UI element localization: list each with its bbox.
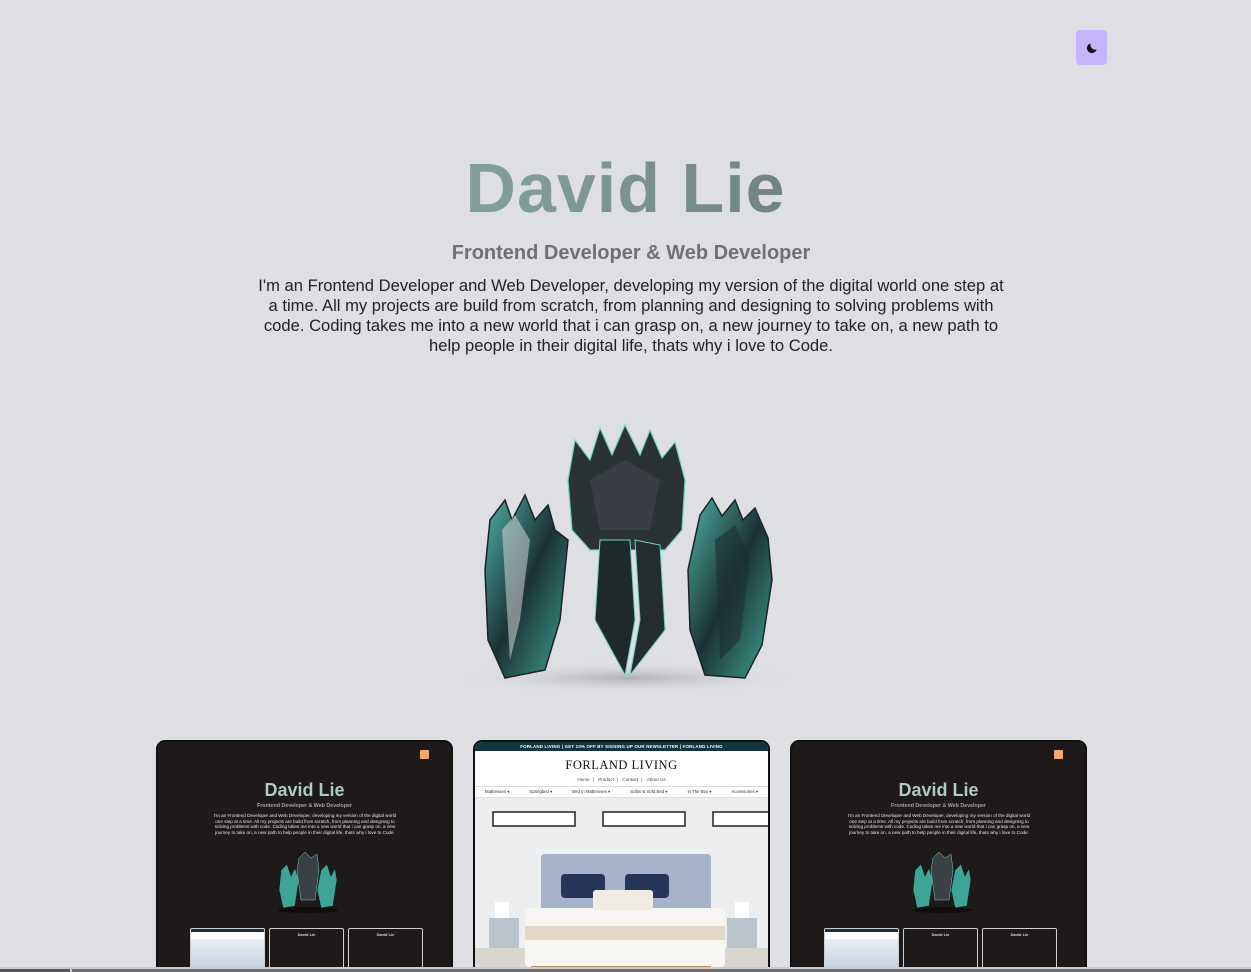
mini-card-1 bbox=[190, 928, 265, 972]
mini-card-2: David Lie bbox=[269, 928, 344, 972]
mini-card-3: David Lie bbox=[348, 928, 423, 972]
nav-item: Home bbox=[577, 777, 590, 782]
name-first: David bbox=[465, 149, 662, 227]
nav-item: Contact bbox=[622, 777, 639, 782]
promo-banner: FORLAND LIVING | GET 10% OFF BY SIGNING … bbox=[475, 742, 768, 751]
category-nav: Mattresses ▾ Springbed ▾ Bed In Mattress… bbox=[475, 786, 768, 798]
name-last: Lie bbox=[681, 149, 786, 227]
category-item: Springbed ▾ bbox=[529, 789, 553, 794]
golem-figure[interactable] bbox=[450, 420, 805, 692]
theme-toggle-button[interactable] bbox=[1076, 30, 1107, 65]
project-card-forland-living[interactable]: FORLAND LIVING | GET 10% OFF BY SIGNING … bbox=[473, 740, 770, 972]
mini-bio: I'm an Frontend Developer and Web Develo… bbox=[213, 813, 397, 835]
top-nav: Home | Product | Contact | About Us bbox=[577, 777, 666, 782]
mini-card-3: David Lie bbox=[982, 928, 1057, 972]
hero-bio: I'm an Frontend Developer and Web Develo… bbox=[258, 276, 1004, 355]
category-item: Accessories ▾ bbox=[731, 789, 758, 794]
project-card-portfolio-dark[interactable]: David Lie Frontend Developer & Web Devel… bbox=[156, 740, 453, 972]
project-card-portfolio-dark-2[interactable]: David Lie Frontend Developer & Web Devel… bbox=[790, 740, 1087, 972]
mini-bio: I'm an Frontend Developer and Web Develo… bbox=[847, 813, 1031, 835]
category-item: Bed In Mattresses ▾ bbox=[572, 789, 611, 794]
bedroom-hero-image bbox=[475, 798, 768, 972]
projects-grid: David Lie Frontend Developer & Web Devel… bbox=[156, 740, 1087, 972]
mini-subtitle: Frontend Developer & Web Developer bbox=[257, 803, 352, 809]
category-item: Sofas & Sofa Bed ▾ bbox=[630, 789, 668, 794]
category-item: In The Box ▾ bbox=[687, 789, 712, 794]
mini-card-1 bbox=[824, 928, 899, 972]
category-item: Mattresses ▾ bbox=[484, 789, 510, 794]
mini-card-2: David Lie bbox=[903, 928, 978, 972]
mini-golem-figure bbox=[912, 851, 972, 913]
hero-subtitle: Frontend Developer & Web Developer bbox=[451, 242, 811, 264]
page-title: David Lie bbox=[0, 148, 1251, 228]
mini-theme-toggle bbox=[1054, 750, 1063, 759]
nav-item: Product bbox=[598, 777, 614, 782]
mini-theme-toggle bbox=[420, 750, 429, 759]
horizontal-scrollbar[interactable] bbox=[0, 967, 1251, 972]
brand-logo: FORLAND LIVING bbox=[565, 758, 678, 772]
mini-golem-figure bbox=[278, 851, 338, 913]
mini-subtitle: Frontend Developer & Web Developer bbox=[891, 803, 986, 809]
mini-title: David Lie bbox=[792, 780, 1085, 801]
mini-title: David Lie bbox=[158, 780, 451, 801]
moon-icon bbox=[1086, 42, 1097, 53]
nav-item: About Us bbox=[646, 777, 666, 782]
